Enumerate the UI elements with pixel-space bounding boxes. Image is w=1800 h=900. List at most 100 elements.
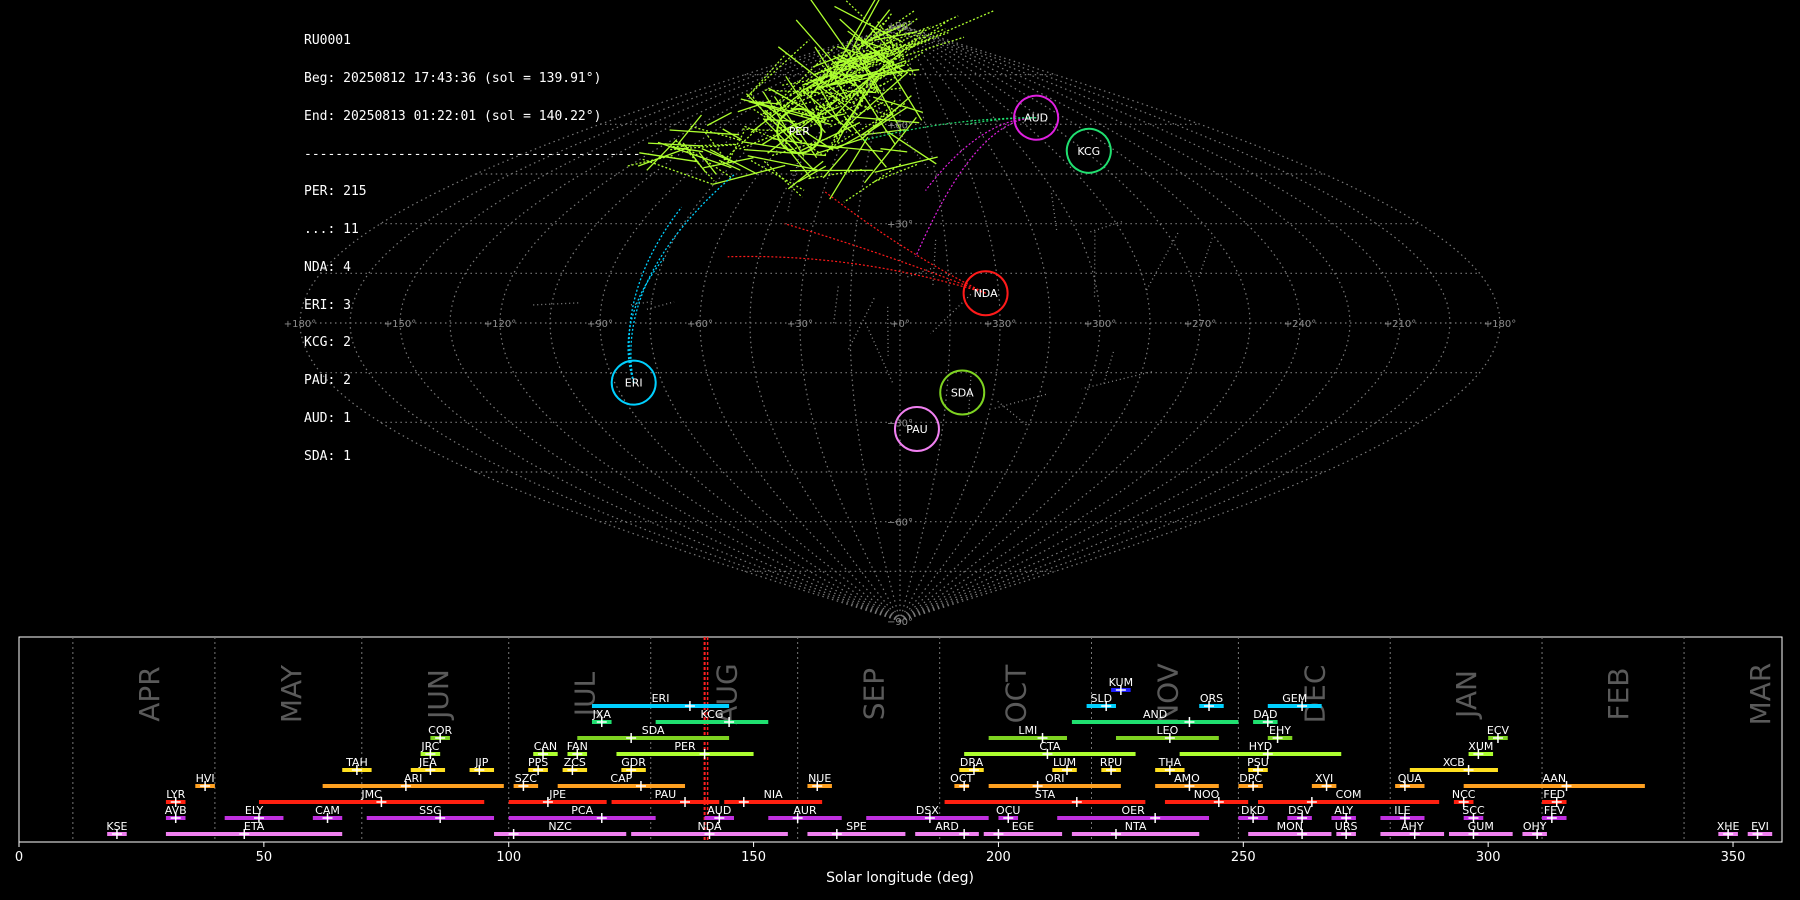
shower-dpc: DPC [1238, 772, 1263, 791]
meteor-trail [932, 239, 937, 285]
shower-label: PPS [528, 756, 548, 769]
shower-label: ERI [652, 692, 670, 705]
shower-ard: ARD [915, 820, 979, 839]
shower-label: KSE [106, 820, 127, 833]
shower-label: NUE [808, 772, 831, 785]
shower-label: DPC [1239, 772, 1262, 785]
shower-label: ECV [1487, 724, 1510, 737]
month-label: FEB [1602, 667, 1635, 720]
shower-label: NZC [548, 820, 572, 833]
x-tick-label: 350 [1721, 850, 1746, 865]
shower-label: PER [674, 740, 696, 753]
shower-label: PSU [1247, 756, 1269, 769]
shower-urs: URS [1335, 820, 1357, 839]
radiant-label: SDA [951, 387, 974, 400]
shower-leo: LEO [1115, 724, 1219, 743]
shower-label: ETA [244, 820, 265, 833]
shower-label: OCT [950, 772, 973, 785]
shower-label: NIA [764, 788, 783, 801]
x-tick-label: 300 [1476, 850, 1501, 865]
shower-label: AUR [793, 804, 817, 817]
x-tick-label: 200 [986, 850, 1011, 865]
meteor-trail [1146, 230, 1180, 291]
shower-evi: EVI [1747, 820, 1773, 839]
shower-ege: EGE [983, 820, 1063, 839]
shower-ohy: OHY [1522, 820, 1547, 839]
shower-label: ELY [245, 804, 264, 817]
shower-zcs: ZCS [562, 756, 588, 775]
meteor-trail [747, 50, 789, 97]
map-lon-label: +0° [890, 319, 910, 330]
shower-label: AAN [1542, 772, 1566, 785]
shower-label: PCA [571, 804, 593, 817]
shower-label: ORS [1200, 692, 1223, 705]
shower-label: NCC [1452, 788, 1476, 801]
radiant-kcg: KCG [1065, 127, 1112, 174]
shower-sda: SDA [577, 724, 730, 743]
shower-label: EHY [1269, 724, 1291, 737]
shower-label: GUM [1468, 820, 1494, 833]
shower-label: OER [1121, 804, 1145, 817]
shower-label: FED [1543, 788, 1565, 801]
shower-jip: JIP [469, 756, 495, 775]
meteor-trail [823, 124, 848, 156]
shower-szc: SZC [513, 772, 539, 791]
shower-label: AND [1143, 708, 1167, 721]
shower-label: XVI [1315, 772, 1333, 785]
shower-mon: MON [1248, 820, 1332, 839]
x-tick-label: 100 [496, 850, 521, 865]
shower-label: COR [428, 724, 452, 737]
shower-label: CAN [534, 740, 557, 753]
month-label: OCT [1000, 664, 1033, 724]
radiant-label: AUD [1024, 112, 1048, 125]
map-lat-label: +60° [887, 120, 913, 131]
radiant-label: PER [789, 125, 811, 138]
shower-sta: STA [944, 788, 1146, 807]
shower-label: LYR [166, 788, 185, 801]
shower-label: ZCS [564, 756, 586, 769]
shower-noo: NOO [1164, 788, 1249, 807]
shower-label: JXA [592, 708, 612, 721]
shower-label: AHY [1401, 820, 1424, 833]
meteor-trails [531, 0, 1213, 427]
shower-label: KUM [1109, 676, 1133, 689]
map-lon-label: +180° [284, 319, 316, 330]
shower-jxa: JXA [592, 708, 612, 727]
shower-gum: GUM [1448, 820, 1513, 839]
meteor-trail [877, 106, 929, 169]
shower-label: DKD [1241, 804, 1265, 817]
shower-label: EVI [1751, 820, 1769, 833]
shower-label: JEA [418, 756, 437, 769]
shower-label: SDA [642, 724, 665, 737]
shower-label: XCB [1443, 756, 1465, 769]
shower-xvi: XVI [1311, 772, 1337, 791]
shower-timeline-chart: APR MAY JUN JUL AUG SEP OCT NOV DEC JAN FEB MAR KUM… [15, 636, 1783, 886]
shower-label: DRA [960, 756, 984, 769]
radiant-label: KCG [1077, 145, 1100, 158]
map-lon-label: +330° [984, 319, 1016, 330]
x-tick-label: 250 [1231, 850, 1256, 865]
shower-jmc: JMC [258, 788, 485, 807]
shower-kse: KSE [106, 820, 128, 839]
shower-label: NDA [697, 820, 722, 833]
shower-xum: XUM [1468, 740, 1493, 759]
meteor-trail [1102, 351, 1115, 385]
month-label: JAN [1450, 670, 1483, 720]
shower-label: FEV [1544, 804, 1565, 817]
shower-label: QUA [1398, 772, 1423, 785]
radiant-label: NDA [974, 287, 999, 300]
timeline-grid: APR MAY JUN JUL AUG SEP OCT NOV DEC JAN FEB MAR [18, 636, 1783, 843]
shower-label: NTA [1125, 820, 1147, 833]
shower-pca: PCA [508, 804, 656, 823]
map-lon-label: +240° [1284, 319, 1316, 330]
meteor-trail [832, 286, 839, 326]
x-tick-label: 150 [741, 850, 766, 865]
shower-label: SPE [846, 820, 867, 833]
meteor-trail [677, 114, 703, 145]
shower-label: CAM [315, 804, 340, 817]
shower-label: STA [1035, 788, 1056, 801]
radiant-sda: SDA [939, 369, 986, 416]
shower-label: LEO [1157, 724, 1179, 737]
shower-oct: OCT [950, 772, 974, 791]
shower-pau: PAU [611, 788, 720, 807]
